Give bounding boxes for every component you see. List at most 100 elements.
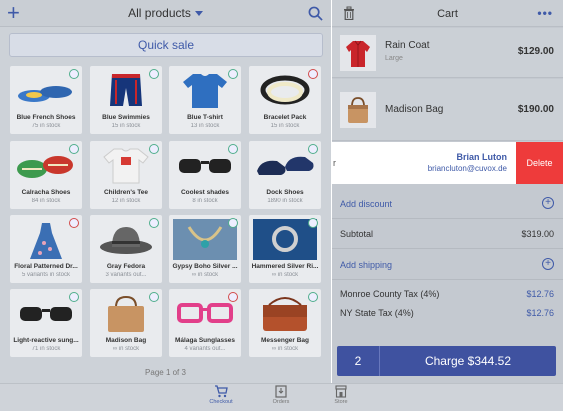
product-stock: 12 in stock: [111, 198, 141, 204]
tax-row: Monroe County Tax (4%) $12.76: [332, 286, 563, 304]
stock-indicator-icon: [308, 144, 318, 154]
products-header: + All products: [0, 0, 331, 27]
plus-circle-icon[interactable]: +: [542, 258, 554, 270]
cart-header: Cart •••: [332, 0, 563, 27]
tax-value: $12.76: [526, 289, 554, 299]
product-tile[interactable]: Coolest shades 8 in stock: [169, 141, 241, 209]
chevron-down-icon: [194, 11, 203, 17]
nav-store[interactable]: Store: [321, 385, 361, 405]
product-stock: 5 variants in stock: [21, 272, 71, 278]
product-name: Gray Fedora: [106, 263, 146, 270]
add-shipping-row[interactable]: Add shipping +: [332, 250, 563, 280]
subtotal-value: $319.00: [521, 229, 554, 239]
product-tile[interactable]: Blue French Shoes 75 in stock: [10, 66, 82, 134]
product-stock: ∞ in stock: [271, 272, 299, 278]
stock-indicator-icon: [69, 144, 79, 154]
cart-item-price: $190.00: [517, 104, 554, 115]
product-filter-dropdown[interactable]: All products: [0, 6, 331, 20]
product-stock: 15 in stock: [111, 123, 141, 129]
product-name: Blue Swimmies: [102, 114, 150, 121]
product-stock: ∞ in stock: [271, 346, 299, 352]
more-options-icon[interactable]: •••: [537, 6, 553, 20]
stock-indicator-icon: [228, 69, 238, 79]
product-name: Blue T-shirt: [187, 114, 223, 121]
product-tile[interactable]: Madison Bag ∞ in stock: [90, 289, 162, 357]
cart-item[interactable]: Rain Coat Large $129.00: [332, 28, 563, 78]
product-tile[interactable]: Hammered Silver Ri... ∞ in stock: [249, 215, 321, 283]
product-tile[interactable]: Children's Tee 12 in stock: [90, 141, 162, 209]
customer-row-clipped-text: r: [333, 158, 336, 168]
cart-item-price: $129.00: [517, 46, 554, 57]
stock-indicator-icon: [228, 292, 238, 302]
add-discount-row[interactable]: Add discount +: [332, 189, 563, 219]
store-icon: [335, 385, 347, 398]
search-icon[interactable]: [308, 6, 323, 21]
cart-item[interactable]: Madison Bag $190.00: [332, 79, 563, 141]
product-name: Children's Tee: [103, 189, 149, 196]
product-tile[interactable]: Light-reactive sung... 71 in stock: [10, 289, 82, 357]
add-shipping-label: Add shipping: [340, 260, 393, 270]
product-tile[interactable]: Floral Patterned Dr... 5 variants in stoc…: [10, 215, 82, 283]
product-stock: 1890 in stock: [267, 198, 303, 204]
stock-indicator-icon: [69, 69, 79, 79]
product-name: Bracelet Pack: [263, 114, 307, 121]
product-tile[interactable]: Blue T-shirt 13 in stock: [169, 66, 241, 134]
stock-indicator-icon: [228, 218, 238, 228]
tax-value: $12.76: [526, 308, 554, 318]
cart-item-name: Madison Bag: [385, 104, 444, 115]
product-stock: 8 in stock: [192, 198, 218, 204]
product-stock: 3 variants out...: [105, 272, 147, 278]
tax-label: Monroe County Tax (4%): [340, 289, 440, 299]
product-name: Light-reactive sung...: [13, 337, 79, 344]
customer-row[interactable]: r Brian Luton briancluton@cuvox.de Delet…: [332, 142, 563, 184]
cart-title: Cart: [437, 8, 458, 20]
charge-button[interactable]: Charge $344.52: [380, 346, 556, 376]
product-tile[interactable]: Calracha Shoes 84 in stock: [10, 141, 82, 209]
raincoat-icon: [340, 35, 376, 71]
tax-row: NY State Tax (4%) $12.76: [332, 305, 563, 323]
subtotal-row: Subtotal $319.00: [332, 219, 563, 249]
quick-sale-button[interactable]: Quick sale: [9, 33, 323, 57]
product-tile[interactable]: Gray Fedora 3 variants out...: [90, 215, 162, 283]
product-filter-label: All products: [128, 6, 191, 20]
products-panel: + All products Quick sale Blue French Sh…: [0, 0, 331, 383]
product-name: Dock Shoes: [266, 189, 304, 196]
product-stock: ∞ in stock: [112, 346, 140, 352]
subtotal-label: Subtotal: [340, 229, 374, 239]
product-tile[interactable]: Blue Swimmies 15 in stock: [90, 66, 162, 134]
product-tile[interactable]: Gypsy Boho Silver ... ∞ in stock: [169, 215, 241, 283]
product-stock: 71 in stock: [31, 346, 61, 352]
product-stock: 75 in stock: [31, 123, 61, 129]
handbag-icon: [340, 92, 376, 128]
cart-panel: Cart ••• Rain Coat Large $129.00 Madison…: [332, 0, 563, 383]
nav-checkout[interactable]: Checkout: [201, 385, 241, 405]
stock-indicator-icon: [69, 292, 79, 302]
product-stock: 13 in stock: [190, 123, 220, 129]
product-name: Hammered Silver Ri...: [251, 263, 319, 270]
customer-email: briancluton@cuvox.de: [427, 164, 507, 173]
nav-label: Checkout: [209, 399, 233, 405]
nav-label: Store: [334, 399, 348, 405]
product-name: Calracha Shoes: [21, 189, 71, 196]
stock-indicator-icon: [308, 218, 318, 228]
add-discount-label: Add discount: [340, 199, 393, 209]
item-count-button[interactable]: 2: [337, 346, 380, 376]
stock-indicator-icon: [308, 69, 318, 79]
inbox-icon: [275, 385, 287, 398]
customer-name: Brian Luton: [456, 152, 508, 162]
cart-icon: [215, 385, 228, 398]
stock-indicator-icon: [149, 218, 159, 228]
product-tile[interactable]: Málaga Sunglasses 4 variants out...: [169, 289, 241, 357]
product-stock: 4 variants out...: [184, 346, 226, 352]
delete-customer-button[interactable]: Delete: [516, 142, 563, 184]
stock-indicator-icon: [149, 69, 159, 79]
nav-orders[interactable]: Orders: [261, 385, 301, 405]
product-tile[interactable]: Bracelet Pack 15 in stock: [249, 66, 321, 134]
stock-indicator-icon: [228, 144, 238, 154]
product-name: Coolest shades: [180, 189, 230, 196]
plus-circle-icon[interactable]: +: [542, 197, 554, 209]
product-name: Gypsy Boho Silver ...: [172, 263, 238, 270]
product-tile[interactable]: Messenger Bag ∞ in stock: [249, 289, 321, 357]
stock-indicator-icon: [69, 218, 79, 228]
product-tile[interactable]: Dock Shoes 1890 in stock: [249, 141, 321, 209]
